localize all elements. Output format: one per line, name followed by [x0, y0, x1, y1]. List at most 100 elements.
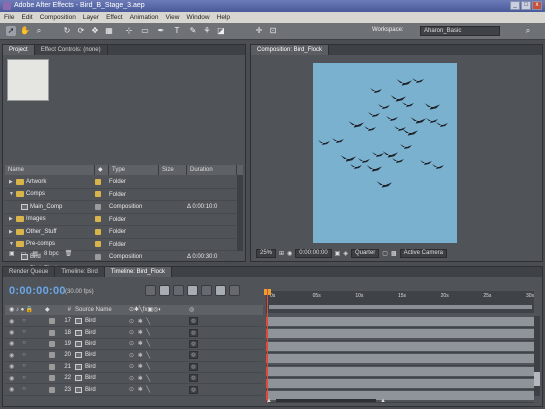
video-eye-icon[interactable]: ◉	[9, 340, 14, 347]
layer-row[interactable]: ◉ ○ 23 Bird ⊙ ✱ ╲ ◎	[5, 384, 263, 396]
minimize-button[interactable]: _	[510, 1, 520, 10]
column-source-name[interactable]: Source Name	[75, 305, 129, 315]
layer-parent[interactable]: ◎	[189, 317, 249, 326]
layer-duration-bar[interactable]	[266, 354, 534, 364]
layer-label-chip[interactable]	[49, 352, 55, 359]
new-comp-icon[interactable]: ▤	[32, 249, 38, 259]
solo-icon[interactable]: ○	[22, 318, 26, 325]
column-layer-number[interactable]: #	[59, 305, 75, 315]
label-color-chip[interactable]	[95, 241, 101, 248]
layer-av-switches[interactable]: ◉ ○	[5, 340, 45, 347]
orbit-tool-icon[interactable]: ⟳	[76, 26, 86, 36]
draft-3d-icon[interactable]	[173, 285, 184, 296]
layer-label-chip[interactable]	[49, 386, 55, 393]
snap-tool-icon[interactable]: ✛	[254, 26, 264, 36]
type-tool-icon[interactable]: T	[172, 26, 182, 36]
layer-av-switches[interactable]: ◉ ○	[5, 352, 45, 359]
zoom-out-icon[interactable]: ▲	[266, 398, 272, 404]
layer-label-chip[interactable]	[49, 340, 55, 347]
tab-timeline-bird[interactable]: Timeline: Bird	[55, 267, 105, 277]
project-item[interactable]: ▼ Comps Folder	[5, 189, 239, 201]
column-type[interactable]: Type	[109, 165, 159, 175]
shy-layers-icon[interactable]	[187, 285, 198, 296]
collapsed-triangle-icon[interactable]: ▶	[9, 226, 14, 238]
layer-label-chip[interactable]	[49, 363, 55, 370]
parent-pickwhip-icon[interactable]: ◎	[189, 317, 198, 326]
switches-column-icon[interactable]: ⊙✱╲fx▣◎◐	[129, 305, 189, 315]
video-eye-icon[interactable]: ◉	[9, 329, 14, 336]
rotate-tool-icon[interactable]: ↻	[62, 26, 72, 36]
layer-duration-bar[interactable]	[266, 341, 534, 351]
composition-viewer[interactable]	[313, 63, 457, 243]
parent-pickwhip-icon[interactable]: ◎	[189, 339, 198, 348]
region-icon[interactable]: ▢	[382, 250, 388, 257]
label-color-chip[interactable]	[95, 228, 101, 235]
current-time-field[interactable]: 0:00:00:00	[295, 249, 332, 258]
eraser-tool-icon[interactable]: ◪	[216, 26, 226, 36]
parent-pickwhip-icon[interactable]: ◎	[189, 351, 198, 360]
expanded-triangle-icon[interactable]: ▼	[9, 189, 14, 201]
tab-effect-controls[interactable]: Effect Controls: (none)	[35, 45, 108, 55]
timeline-scrollbar[interactable]	[534, 316, 540, 396]
zoom-in-icon[interactable]: ▲	[380, 398, 386, 404]
grid-icon[interactable]: ⊞	[279, 250, 284, 257]
solo-icon[interactable]: ○	[22, 386, 26, 393]
layer-label-chip[interactable]	[49, 329, 55, 336]
mask-tool-icon[interactable]: ▭	[140, 26, 150, 36]
collapsed-triangle-icon[interactable]: ▶	[9, 214, 14, 226]
solo-icon[interactable]: ○	[22, 352, 26, 359]
menu-window[interactable]: Window	[187, 12, 210, 23]
live-update-icon[interactable]	[159, 285, 170, 296]
layer-parent[interactable]: ◎	[189, 362, 249, 371]
layer-label-chip[interactable]	[49, 375, 55, 382]
menu-layer[interactable]: Layer	[83, 12, 99, 23]
layer-switches[interactable]: ⊙ ✱ ╲	[129, 386, 189, 393]
trash-icon[interactable]: 🗑	[65, 249, 73, 259]
project-item[interactable]: ▶ Images Folder	[5, 214, 239, 226]
select-tool-icon[interactable]: ➚	[6, 26, 16, 36]
label-color-chip[interactable]	[95, 178, 101, 185]
layer-switches[interactable]: ⊙ ✱ ╲	[129, 375, 189, 382]
label-color-chip[interactable]	[95, 191, 101, 198]
layer-duration-bar[interactable]	[266, 329, 534, 339]
menu-edit[interactable]: Edit	[21, 12, 32, 23]
align-tool-icon[interactable]: ⊡	[268, 26, 278, 36]
av-features-icon[interactable]: ◉ ♪ ● 🔒	[5, 305, 45, 315]
video-eye-icon[interactable]: ◉	[9, 352, 14, 359]
layer-row[interactable]: ◉ ○ 19 Bird ⊙ ✱ ╲ ◎	[5, 339, 263, 351]
layer-av-switches[interactable]: ◉ ○	[5, 329, 45, 336]
grid-tool-icon[interactable]: ▦	[104, 26, 114, 36]
search-icon[interactable]: ⌕	[523, 26, 533, 36]
pen-tool-icon[interactable]: ✒	[156, 26, 166, 36]
work-area-bar[interactable]	[269, 305, 532, 309]
frame-blending-icon[interactable]	[201, 285, 212, 296]
layer-parent[interactable]: ◎	[189, 385, 249, 394]
resolution-select[interactable]: Quarter	[350, 249, 380, 258]
layer-parent[interactable]: ◎	[189, 328, 249, 337]
time-ruler[interactable]: 0s 05s 10s 15s 20s 25s 30s	[266, 291, 534, 313]
video-eye-icon[interactable]: ◉	[9, 318, 14, 325]
timeline-zoom-slider[interactable]	[275, 399, 376, 402]
tab-composition[interactable]: Composition: Bird_Flock	[251, 45, 330, 55]
layer-row[interactable]: ◉ ○ 22 Bird ⊙ ✱ ╲ ◎	[5, 373, 263, 385]
snapshot-icon[interactable]: ▣	[335, 250, 341, 257]
layer-parent[interactable]: ◎	[189, 374, 249, 383]
clone-tool-icon[interactable]: ⚘	[202, 26, 212, 36]
bit-depth-label[interactable]: 8 bpc	[44, 249, 59, 259]
label-column-icon[interactable]: ◆	[45, 305, 59, 315]
close-button[interactable]: x	[532, 1, 542, 10]
layer-av-switches[interactable]: ◉ ○	[5, 363, 45, 370]
transparency-grid-icon[interactable]: ▩	[391, 250, 397, 257]
layer-switches[interactable]: ⊙ ✱ ╲	[129, 352, 189, 359]
motion-blur-icon[interactable]	[215, 285, 226, 296]
hand-tool-icon[interactable]: ✋	[20, 26, 30, 36]
solo-icon[interactable]: ○	[22, 375, 26, 382]
label-color-chip[interactable]	[95, 216, 101, 223]
parent-pickwhip-icon[interactable]: ◎	[189, 328, 198, 337]
camera-snapshot-icon[interactable]: ◉	[287, 250, 292, 257]
layer-switches[interactable]: ⊙ ✱ ╲	[129, 340, 189, 347]
graph-editor-icon[interactable]	[229, 285, 240, 296]
collapsed-triangle-icon[interactable]: ▶	[9, 176, 14, 188]
layer-row[interactable]: ◉ ○ 18 Bird ⊙ ✱ ╲ ◎	[5, 327, 263, 339]
solo-icon[interactable]: ○	[22, 329, 26, 336]
